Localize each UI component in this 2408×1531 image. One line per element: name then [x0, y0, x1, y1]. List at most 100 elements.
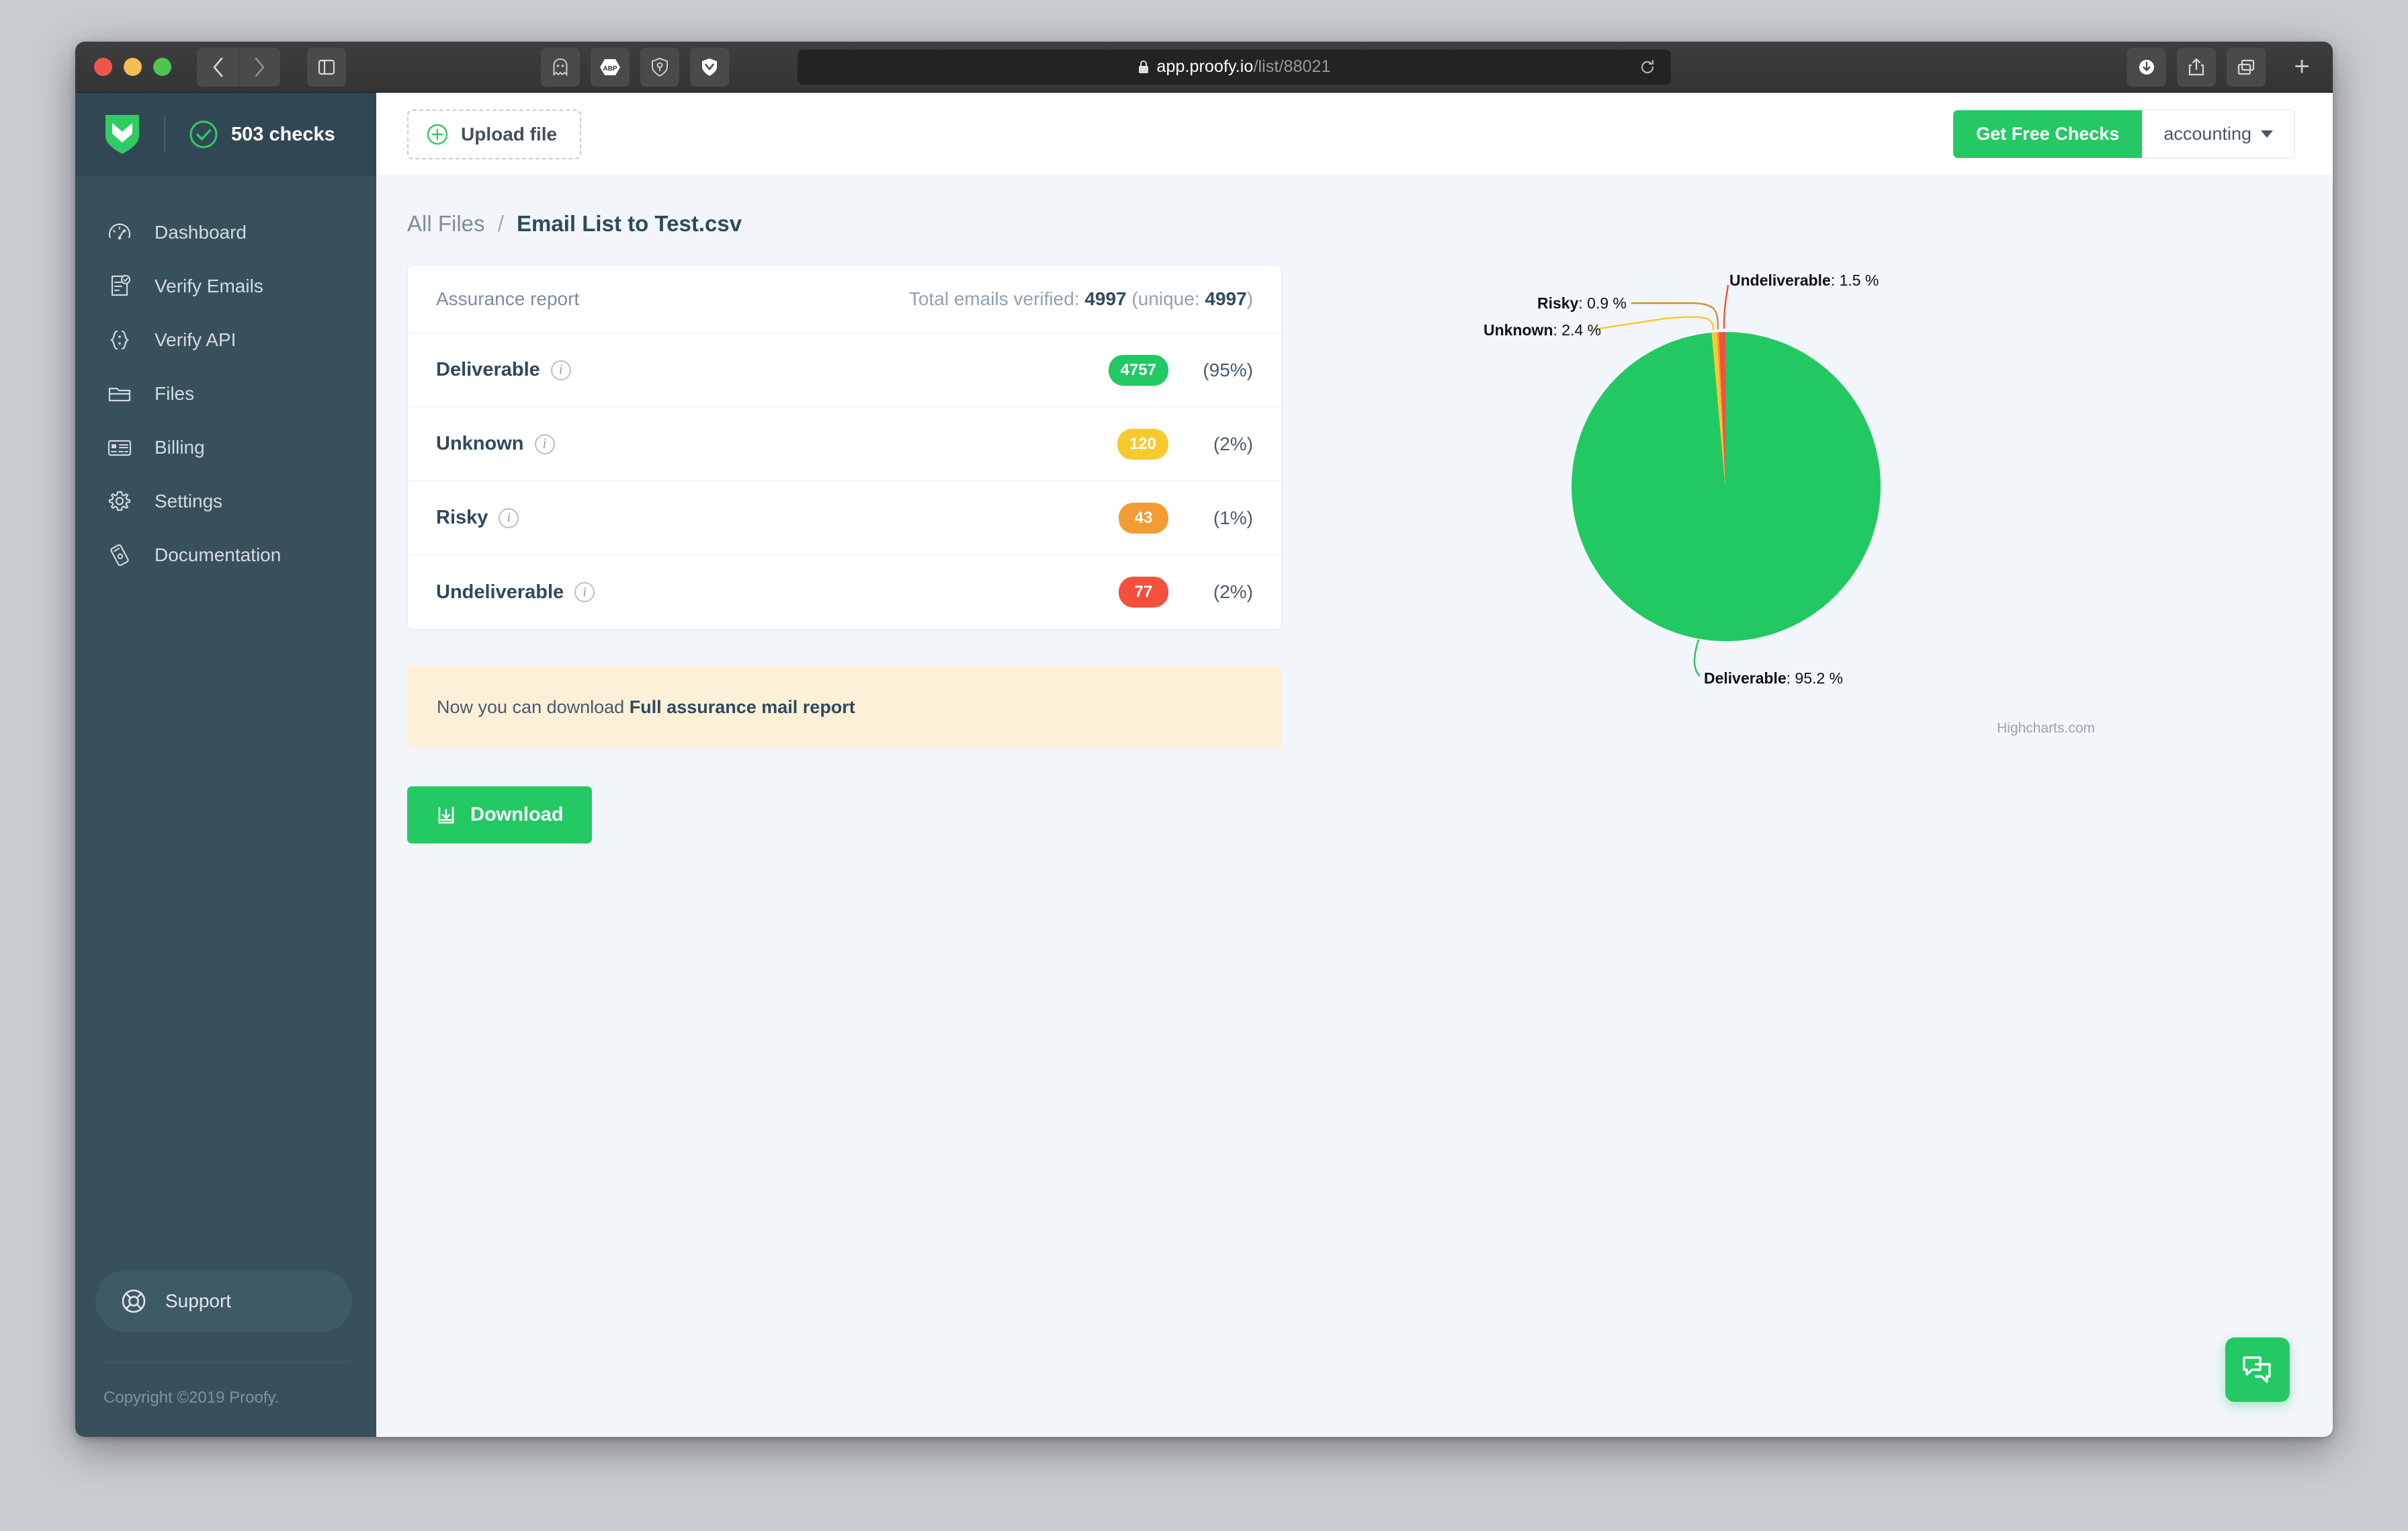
sidebar: 503 checks Dashboard Verify Emails Verif…: [75, 93, 376, 1437]
highcharts-credit[interactable]: Highcharts.com: [1997, 720, 2095, 737]
report-column: Assurance report Total emails verified: …: [407, 265, 1282, 843]
total-value: 4997: [1084, 288, 1127, 309]
page-toolbar: Upload file Get Free Checks accounting: [376, 93, 2333, 176]
sidebar-item-label: Settings: [155, 491, 223, 511]
status-badge: 77: [1119, 577, 1168, 608]
minimize-window-button[interactable]: [124, 58, 142, 76]
checks-counter[interactable]: 503 checks: [188, 119, 335, 150]
row-values: 43 (1%): [1119, 502, 1253, 534]
connector-deliverable: [1693, 639, 1701, 677]
new-tab-label: +: [2294, 52, 2310, 81]
page-content: All Files / Email List to Test.csv Assur…: [376, 176, 2333, 1437]
table-row: Deliverable i 4757 (95%): [408, 333, 1281, 407]
svg-text:ABP: ABP: [603, 65, 617, 73]
unique-text: (unique:: [1131, 288, 1200, 309]
sidebar-item-verify-api[interactable]: Verify API: [75, 313, 376, 367]
sidebar-item-label: Verify API: [155, 329, 236, 350]
status-percent: (2%): [1213, 433, 1253, 454]
pie-slice-deliverable: [1572, 331, 1881, 641]
sidebar-item-documentation[interactable]: Documentation: [75, 528, 376, 582]
browser-window: ABP app.proofy.io/list/88021 + 503 check…: [75, 42, 2333, 1437]
maximize-window-button[interactable]: [153, 58, 171, 76]
url-domain: app.proofy.io: [1156, 57, 1254, 76]
back-button[interactable]: [197, 47, 239, 87]
unique-value: 4997: [1205, 288, 1247, 309]
connector-unknown: [1594, 316, 1715, 331]
notice-link[interactable]: Full assurance mail report: [630, 697, 855, 717]
copyright-text: Copyright ©2019 Proofy.: [103, 1389, 280, 1407]
credit-card-icon: [103, 435, 136, 460]
row-values: 77 (2%): [1119, 577, 1253, 608]
row-label-group: Undeliverable i: [436, 581, 595, 604]
sidebar-item-label: Dashboard: [155, 222, 247, 243]
main-area: Upload file Get Free Checks accounting A…: [376, 93, 2333, 1437]
download-button[interactable]: Download: [407, 786, 592, 843]
checks-label: 503 checks: [231, 123, 335, 145]
get-free-checks-button[interactable]: Get Free Checks: [1953, 110, 2143, 158]
download-label: Download: [470, 804, 564, 825]
share-icon[interactable]: [2177, 47, 2216, 87]
sidebar-nav: Dashboard Verify Emails Verify API Files…: [75, 176, 376, 582]
table-row: Unknown i 120 (2%): [408, 407, 1281, 481]
proofy-shield-logo[interactable]: [103, 114, 141, 155]
forward-button[interactable]: [239, 47, 280, 87]
chat-widget-button[interactable]: [2225, 1337, 2290, 1402]
address-bar[interactable]: app.proofy.io/list/88021: [798, 49, 1671, 85]
row-values: 4757 (95%): [1108, 354, 1253, 386]
account-dropdown[interactable]: accounting: [2142, 110, 2295, 159]
info-icon[interactable]: i: [499, 507, 519, 528]
connector-undeliverable: [1723, 284, 1729, 329]
lifebuoy-icon: [120, 1287, 148, 1315]
reload-button[interactable]: [1639, 58, 1656, 76]
assurance-report-card: Assurance report Total emails verified: …: [407, 265, 1282, 630]
status-badge: 4757: [1108, 354, 1168, 386]
download-notice: Now you can download Full assurance mail…: [407, 666, 1282, 749]
upload-file-label: Upload file: [461, 123, 558, 144]
close-window-button[interactable]: [94, 58, 112, 76]
folder-icon: [103, 381, 136, 407]
breadcrumb-parent[interactable]: All Files: [407, 211, 485, 236]
status-label: Unknown: [436, 433, 524, 454]
upload-file-button[interactable]: Upload file: [407, 109, 582, 159]
report-header: Assurance report Total emails verified: …: [408, 265, 1281, 333]
downloads-icon[interactable]: [2127, 47, 2166, 87]
browser-titlebar: ABP app.proofy.io/list/88021 +: [75, 42, 2333, 93]
document-check-icon: [103, 274, 136, 299]
page-title: Email List to Test.csv: [517, 211, 742, 236]
adblock-plus-icon[interactable]: ABP: [591, 47, 630, 87]
info-icon[interactable]: i: [534, 433, 555, 454]
info-icon[interactable]: i: [550, 360, 571, 380]
navigation-buttons: [197, 47, 280, 87]
ghostery-icon[interactable]: [541, 47, 580, 87]
status-percent: (95%): [1203, 359, 1253, 380]
show-tabs-icon[interactable]: [2227, 47, 2266, 87]
unique-suffix: ): [1246, 288, 1253, 309]
row-label-group: Deliverable i: [436, 359, 571, 381]
sidebar-item-files[interactable]: Files: [75, 367, 376, 421]
breadcrumb-separator: /: [497, 211, 504, 236]
status-label: Risky: [436, 507, 488, 528]
pie-chart-svg: [1572, 284, 1881, 677]
status-badge: 43: [1119, 502, 1168, 534]
app-container: 503 checks Dashboard Verify Emails Verif…: [75, 93, 2333, 1437]
privacy-badger-icon[interactable]: [640, 47, 679, 87]
sidebar-divider: [164, 116, 165, 153]
check-circle-icon: [188, 119, 219, 150]
new-tab-button[interactable]: +: [2283, 48, 2321, 86]
url-path: /list/88021: [1253, 57, 1331, 76]
chevron-down-icon: [2261, 130, 2273, 138]
sidebar-item-settings[interactable]: Settings: [75, 474, 376, 528]
sidebar-item-dashboard[interactable]: Dashboard: [75, 206, 376, 259]
pie-chart: Undeliverable: 1.5 % Risky: 0.9 % Unknow…: [1410, 265, 2135, 749]
sidebar-toggle-button[interactable]: [307, 47, 346, 87]
gear-icon: [103, 489, 136, 514]
support-button[interactable]: Support: [95, 1270, 352, 1332]
table-row: Undeliverable i 77 (2%): [408, 555, 1281, 629]
plus-circle-icon: [426, 123, 449, 146]
sidebar-item-billing[interactable]: Billing: [75, 421, 376, 474]
sidebar-item-label: Verify Emails: [155, 276, 263, 296]
shield-extension-icon[interactable]: [690, 47, 729, 87]
sidebar-item-verify-emails[interactable]: Verify Emails: [75, 259, 376, 313]
info-icon[interactable]: i: [574, 582, 595, 602]
